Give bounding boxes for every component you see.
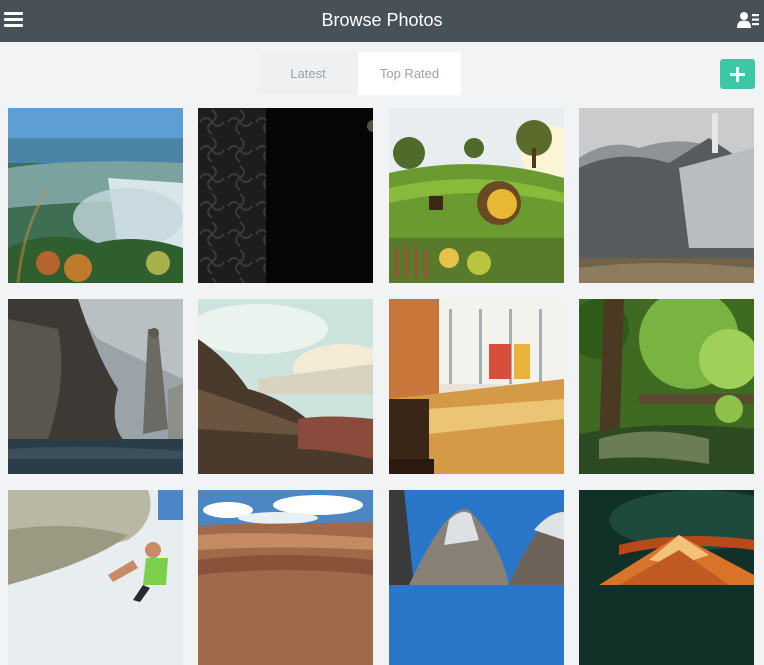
mountain-city-photo[interactable]: [579, 108, 754, 283]
hobbit-hole-photo[interactable]: [389, 108, 564, 283]
desert-landscape-photo[interactable]: [198, 299, 373, 474]
view-tabs: Latest Top Rated: [258, 52, 461, 95]
sunset-peak-photo[interactable]: [579, 490, 754, 665]
dark-pattern-photo[interactable]: [198, 108, 373, 283]
cliff-statue-photo[interactable]: [8, 299, 183, 474]
studio-interior-photo[interactable]: [389, 299, 564, 474]
add-photo-button[interactable]: [720, 59, 755, 89]
user-list-icon[interactable]: [737, 10, 759, 30]
tab-top-rated[interactable]: Top Rated: [358, 52, 461, 95]
forest-stream-photo[interactable]: [579, 299, 754, 474]
grand-canyon-photo[interactable]: [198, 490, 373, 665]
waterfall-photo[interactable]: [8, 108, 183, 283]
page-title: Browse Photos: [321, 10, 443, 30]
mountain-peaks-photo[interactable]: [389, 490, 564, 665]
app-header: Browse Photos: [0, 0, 764, 42]
rock-climber-photo[interactable]: [8, 490, 183, 665]
plus-icon: [730, 67, 745, 82]
tab-latest[interactable]: Latest: [258, 52, 358, 95]
